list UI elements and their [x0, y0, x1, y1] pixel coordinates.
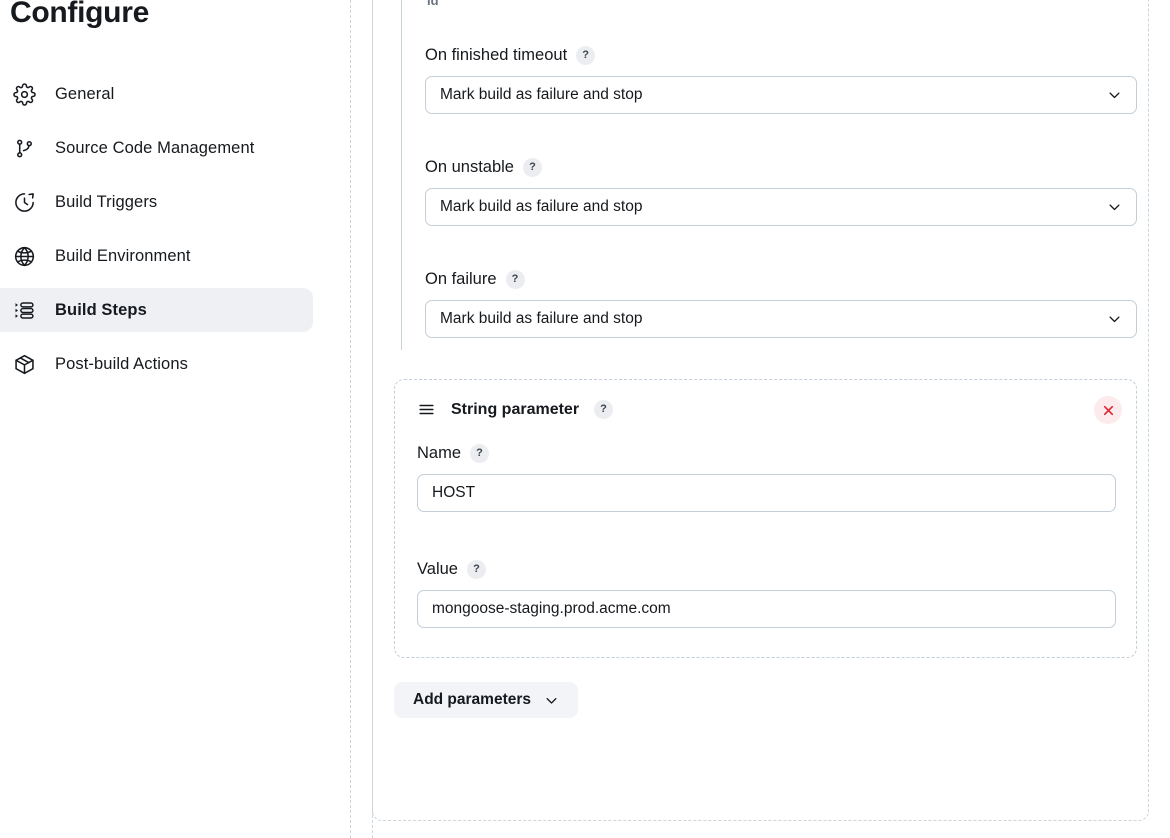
field-label-row: Name ? [417, 444, 1116, 463]
param-card-title: String parameter [451, 400, 580, 418]
select-value: Mark build as failure and stop [440, 198, 643, 215]
on-failure-select[interactable]: Mark build as failure and stop [425, 300, 1137, 338]
section-divider [401, 0, 402, 350]
on-unstable-select[interactable]: Mark build as failure and stop [425, 188, 1137, 226]
add-parameters-label: Add parameters [413, 691, 532, 708]
help-icon[interactable]: ? [505, 270, 525, 289]
string-parameter-card: String parameter ? Name ? Value ? [394, 379, 1137, 658]
field-on-failure: On failure ? Mark build as failure and s… [425, 270, 1137, 338]
close-icon [1102, 404, 1115, 417]
help-icon[interactable]: ? [470, 444, 490, 463]
field-on-unstable: On unstable ? Mark build as failure and … [425, 158, 1137, 226]
chevron-down-icon [1107, 88, 1122, 103]
param-value-input[interactable] [417, 590, 1116, 628]
field-label: On failure [425, 270, 497, 288]
chevron-down-icon [544, 693, 559, 708]
field-label-row: Value ? [417, 560, 1116, 579]
field-label: Name [417, 444, 462, 462]
param-card-header: String parameter ? [417, 400, 614, 419]
main-content: id On finished timeout ? Mark build as f… [0, 0, 1170, 838]
chevron-down-icon [1107, 312, 1122, 327]
field-label-row: On failure ? [425, 270, 1137, 289]
chevron-down-icon [1107, 200, 1122, 215]
field-label: On unstable [425, 158, 514, 176]
field-label-row: On finished timeout ? [425, 46, 1137, 65]
field-on-finished-timeout: On finished timeout ? Mark build as fail… [425, 46, 1137, 114]
help-icon[interactable]: ? [594, 400, 614, 419]
field-label: Value [417, 560, 458, 578]
guide-rail-outer [350, 0, 351, 838]
param-name-input[interactable] [417, 474, 1116, 512]
help-icon[interactable]: ? [576, 46, 596, 65]
drag-handle-icon[interactable] [417, 400, 436, 419]
field-label: On finished timeout [425, 46, 568, 64]
clipped-top-text: id [427, 0, 439, 8]
param-name-field: Name ? [417, 444, 1116, 512]
on-finished-timeout-select[interactable]: Mark build as failure and stop [425, 76, 1137, 114]
param-value-field: Value ? [417, 560, 1116, 628]
help-icon[interactable]: ? [466, 560, 486, 579]
field-label-row: On unstable ? [425, 158, 1137, 177]
select-value: Mark build as failure and stop [440, 310, 643, 327]
configure-page: Configure General Source Code Management… [0, 0, 1170, 838]
help-icon[interactable]: ? [522, 158, 542, 177]
guide-rail-inner [372, 0, 373, 838]
add-parameters-button[interactable]: Add parameters [394, 682, 579, 718]
select-value: Mark build as failure and stop [440, 86, 643, 103]
delete-parameter-button[interactable] [1094, 396, 1122, 424]
